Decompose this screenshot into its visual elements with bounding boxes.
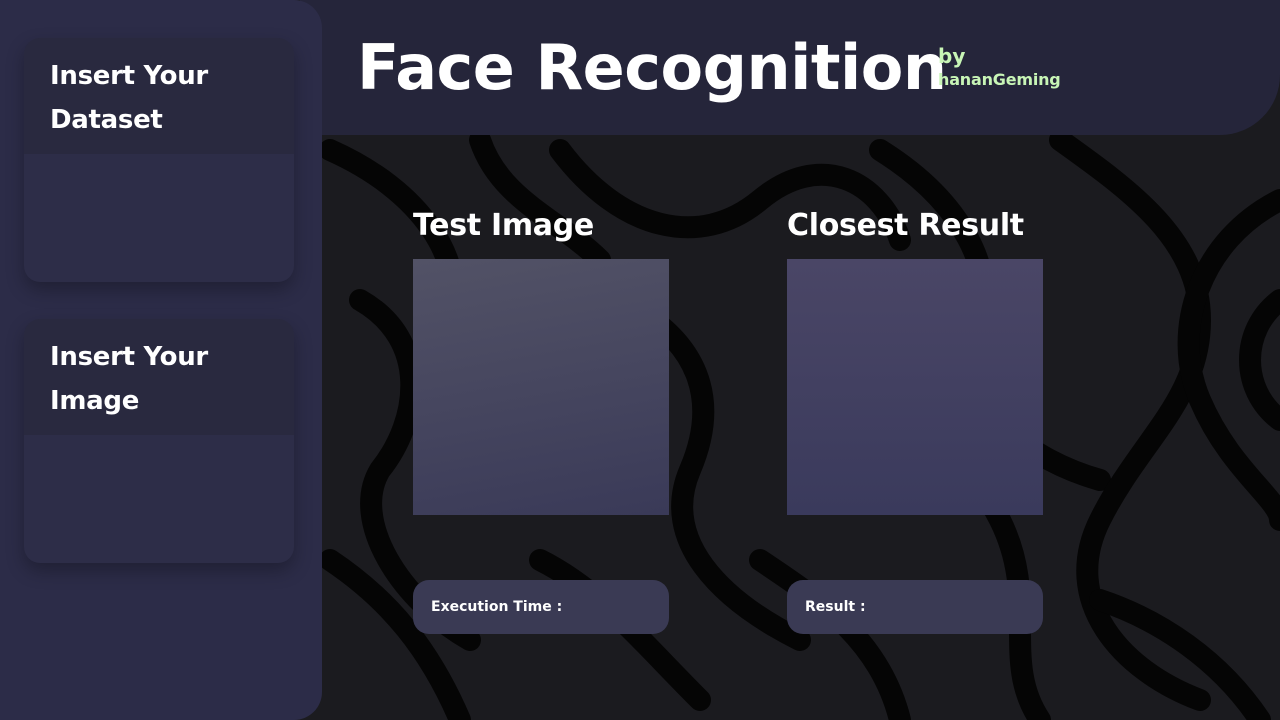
closest-result-frame (787, 259, 1043, 515)
test-image-title: Test Image (413, 208, 594, 243)
dataset-card: Insert Your Dataset (24, 38, 294, 282)
sidebar: Insert Your Dataset Insert Your Image (0, 0, 322, 720)
closest-result-title: Closest Result (787, 208, 1024, 243)
dataset-card-title: Insert Your Dataset (50, 61, 208, 135)
image-card-header: Insert Your Image (24, 319, 294, 435)
execution-time-label: Execution Time : (431, 599, 563, 615)
dataset-card-header: Insert Your Dataset (24, 38, 294, 154)
execution-time-field: Execution Time : (413, 580, 669, 634)
image-drop-zone[interactable] (24, 435, 294, 563)
test-image-frame (413, 259, 669, 515)
image-card: Insert Your Image (24, 319, 294, 563)
result-field: Result : (787, 580, 1043, 634)
dataset-drop-zone[interactable] (24, 154, 294, 282)
result-label: Result : (805, 599, 866, 615)
image-card-title: Insert Your Image (50, 342, 208, 416)
